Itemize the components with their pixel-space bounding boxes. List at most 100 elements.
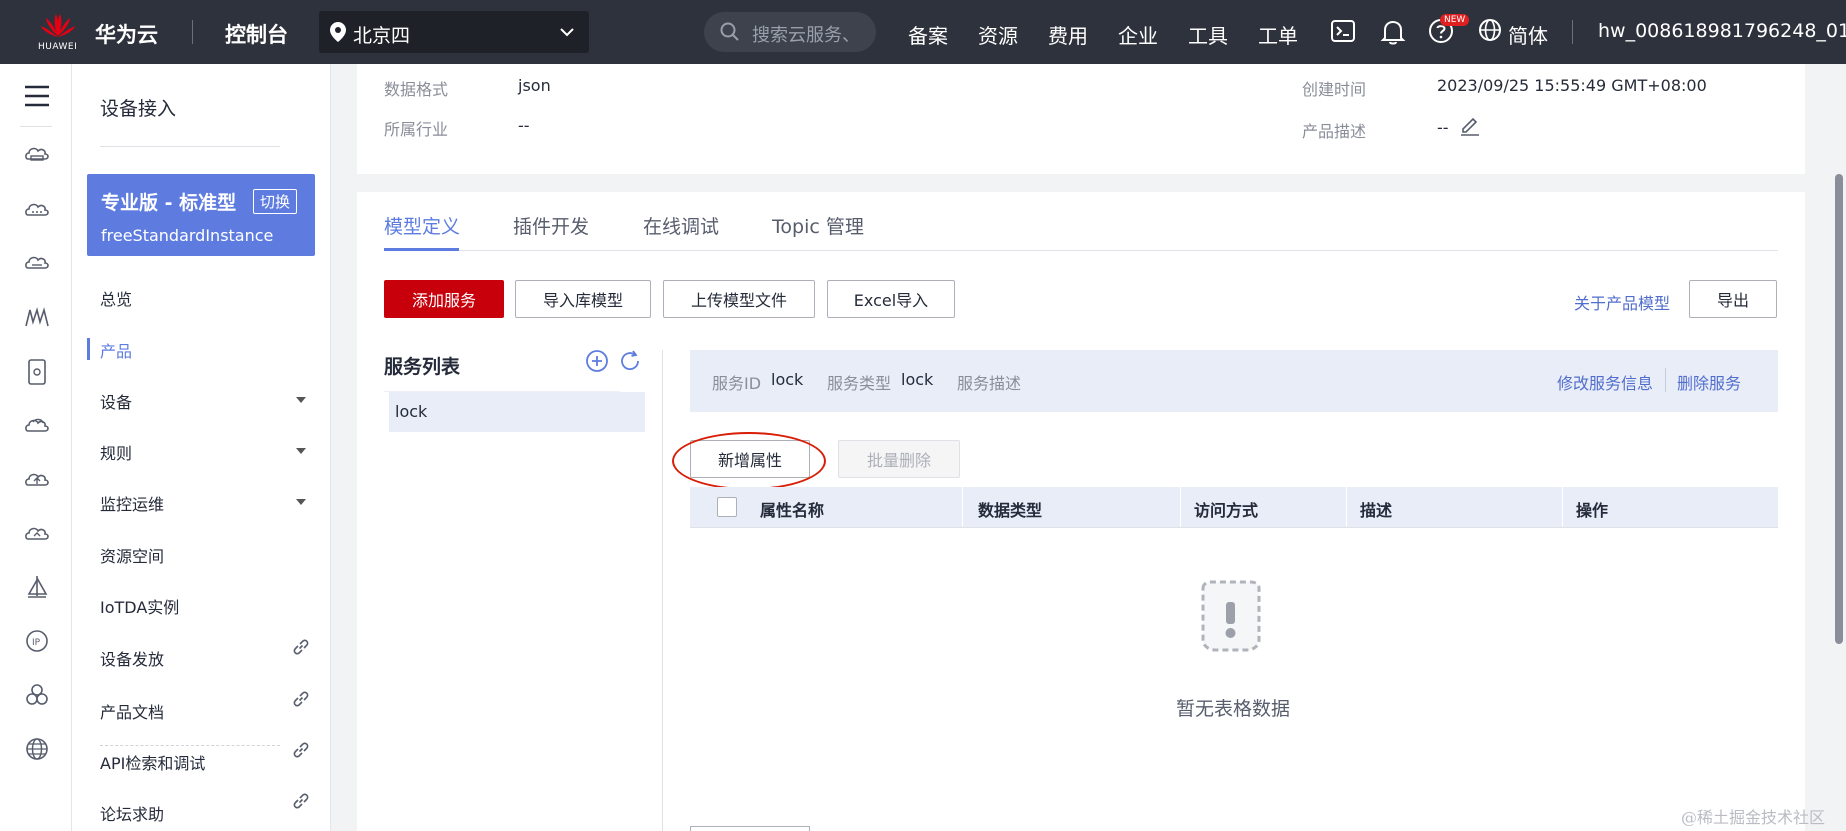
service-type-value: lock [901, 370, 934, 389]
instance-title: 专业版 - 标准型 [101, 192, 237, 214]
region-selector[interactable]: 北京四 [319, 11, 589, 53]
cloud-icon[interactable] [24, 198, 50, 220]
col-data-type[interactable]: 数据类型 [978, 497, 1042, 521]
nav-tools[interactable]: 工具 [1188, 20, 1228, 49]
table-header-divider [690, 527, 1778, 528]
sidebar-item-resource-space[interactable]: 资源空间 [100, 543, 164, 567]
sidebar-title-divider [100, 146, 280, 147]
service-list-item[interactable]: lock [389, 392, 645, 432]
column-divider [1180, 487, 1181, 527]
ip-icon[interactable]: IP [24, 628, 50, 654]
empty-data-icon [1201, 580, 1261, 652]
tab-model-definition[interactable]: 模型定义 [384, 212, 460, 239]
data-format-value: json [518, 76, 551, 95]
add-service-button[interactable]: 添加服务 [384, 280, 504, 318]
about-product-model-link[interactable]: 关于产品模型 [1574, 290, 1670, 314]
edit-icon[interactable] [1459, 114, 1481, 136]
service-list-title: 服务列表 [384, 356, 461, 378]
scrollbar-thumb[interactable] [1835, 174, 1843, 644]
excel-import-button[interactable]: Excel导入 [827, 280, 955, 318]
external-link-icon[interactable] [292, 741, 310, 759]
globe-web-icon[interactable] [24, 736, 50, 762]
topbar-divider-2 [1572, 20, 1573, 44]
search-placeholder: 搜索云服务、 [752, 25, 860, 46]
refresh-icon[interactable] [618, 349, 642, 373]
user-account[interactable]: hw_008618981796248_01 [1598, 20, 1846, 42]
new-badge: NEW [1440, 14, 1470, 26]
col-description[interactable]: 描述 [1360, 497, 1392, 521]
console-link[interactable]: 控制台 [225, 19, 288, 49]
nav-filing[interactable]: 备案 [908, 20, 948, 49]
product-desc-label: 产品描述 [1302, 122, 1367, 141]
column-divider [1562, 487, 1563, 527]
caret-down-icon[interactable] [296, 448, 306, 454]
waveform-icon[interactable] [24, 306, 50, 328]
menu-icon[interactable] [24, 84, 50, 108]
sidebar-item-api-explorer[interactable]: API检索和调试 [100, 750, 205, 774]
logo-text: HUAWEI [38, 42, 78, 52]
language-selector[interactable]: 简体 [1508, 20, 1548, 49]
properties-table-header: 属性名称 数据类型 访问方式 描述 操作 [690, 487, 1778, 527]
column-divider [1346, 487, 1347, 527]
delete-service-link[interactable]: 删除服务 [1677, 370, 1741, 394]
cluster-icon[interactable] [24, 682, 50, 708]
instance-card[interactable]: 专业版 - 标准型 切换 freeStandardInstance [87, 174, 315, 256]
cloud-server-icon[interactable] [24, 144, 50, 166]
brand-name[interactable]: 华为云 [95, 19, 158, 49]
active-tab-underline [384, 248, 459, 251]
search-input[interactable]: 搜索云服务、 [704, 12, 876, 52]
instance-switch-button[interactable]: 切换 [253, 189, 298, 214]
cloud-storage-icon[interactable] [24, 252, 50, 274]
tab-topic-management[interactable]: Topic 管理 [772, 212, 864, 239]
page-scrollbar[interactable] [1832, 64, 1846, 831]
caret-down-icon[interactable] [296, 397, 306, 403]
service-panel-divider [662, 350, 663, 831]
service-id-value: lock [771, 370, 804, 389]
nav-resources[interactable]: 资源 [978, 20, 1018, 49]
sidebar-item-products[interactable]: 产品 [100, 338, 132, 362]
select-all-checkbox[interactable] [717, 497, 737, 517]
sidebar-item-device-provisioning[interactable]: 设备发放 [100, 646, 164, 670]
terminal-icon[interactable] [1330, 18, 1356, 44]
globe-icon[interactable] [1478, 18, 1502, 42]
instance-name: freeStandardInstance [101, 226, 274, 245]
sidebar-item-forum[interactable]: 论坛求助 [100, 801, 164, 825]
cloud-network-icon[interactable] [24, 414, 50, 436]
external-link-icon[interactable] [292, 792, 310, 810]
bell-icon[interactable] [1380, 18, 1406, 46]
device-icon[interactable] [24, 358, 50, 386]
export-button[interactable]: 导出 [1689, 280, 1777, 318]
service-item-label: lock [395, 402, 428, 421]
import-library-model-button[interactable]: 导入库模型 [515, 280, 651, 318]
nav-enterprise[interactable]: 企业 [1118, 20, 1158, 49]
data-format-label: 数据格式 [384, 80, 449, 99]
nav-billing[interactable]: 费用 [1048, 20, 1088, 49]
sidebar-item-rules[interactable]: 规则 [100, 440, 132, 464]
external-link-icon[interactable] [292, 638, 310, 656]
caret-down-icon[interactable] [296, 499, 306, 505]
col-property-name[interactable]: 属性名称 [760, 497, 824, 521]
sail-icon[interactable] [24, 574, 50, 600]
sidebar-item-overview[interactable]: 总览 [100, 286, 132, 310]
topbar-divider [192, 20, 193, 44]
batch-delete-button: 批量删除 [838, 440, 960, 478]
external-link-icon[interactable] [292, 690, 310, 708]
edit-service-info-link[interactable]: 修改服务信息 [1557, 370, 1653, 394]
pagination-stub [690, 826, 810, 831]
service-type-label: 服务类型 [827, 374, 892, 393]
upload-model-file-button[interactable]: 上传模型文件 [663, 280, 815, 318]
col-access-mode[interactable]: 访问方式 [1194, 497, 1258, 521]
nav-tickets[interactable]: 工单 [1258, 20, 1298, 49]
industry-label: 所属行业 [384, 120, 449, 139]
sidebar-item-product-docs[interactable]: 产品文档 [100, 699, 164, 723]
sidebar-item-iotda-instance[interactable]: IoTDA实例 [100, 594, 179, 618]
cloud-monitor-icon[interactable] [24, 522, 50, 544]
icon-rail: IP [0, 64, 72, 831]
sidebar-item-monitoring[interactable]: 监控运维 [100, 491, 164, 515]
add-circle-icon[interactable] [585, 349, 609, 373]
tab-online-debugging[interactable]: 在线调试 [643, 212, 719, 239]
region-label: 北京四 [353, 25, 411, 47]
cloud-upload-icon[interactable] [24, 468, 50, 490]
tab-plugin-development[interactable]: 插件开发 [513, 212, 589, 239]
sidebar-item-devices[interactable]: 设备 [100, 389, 132, 413]
